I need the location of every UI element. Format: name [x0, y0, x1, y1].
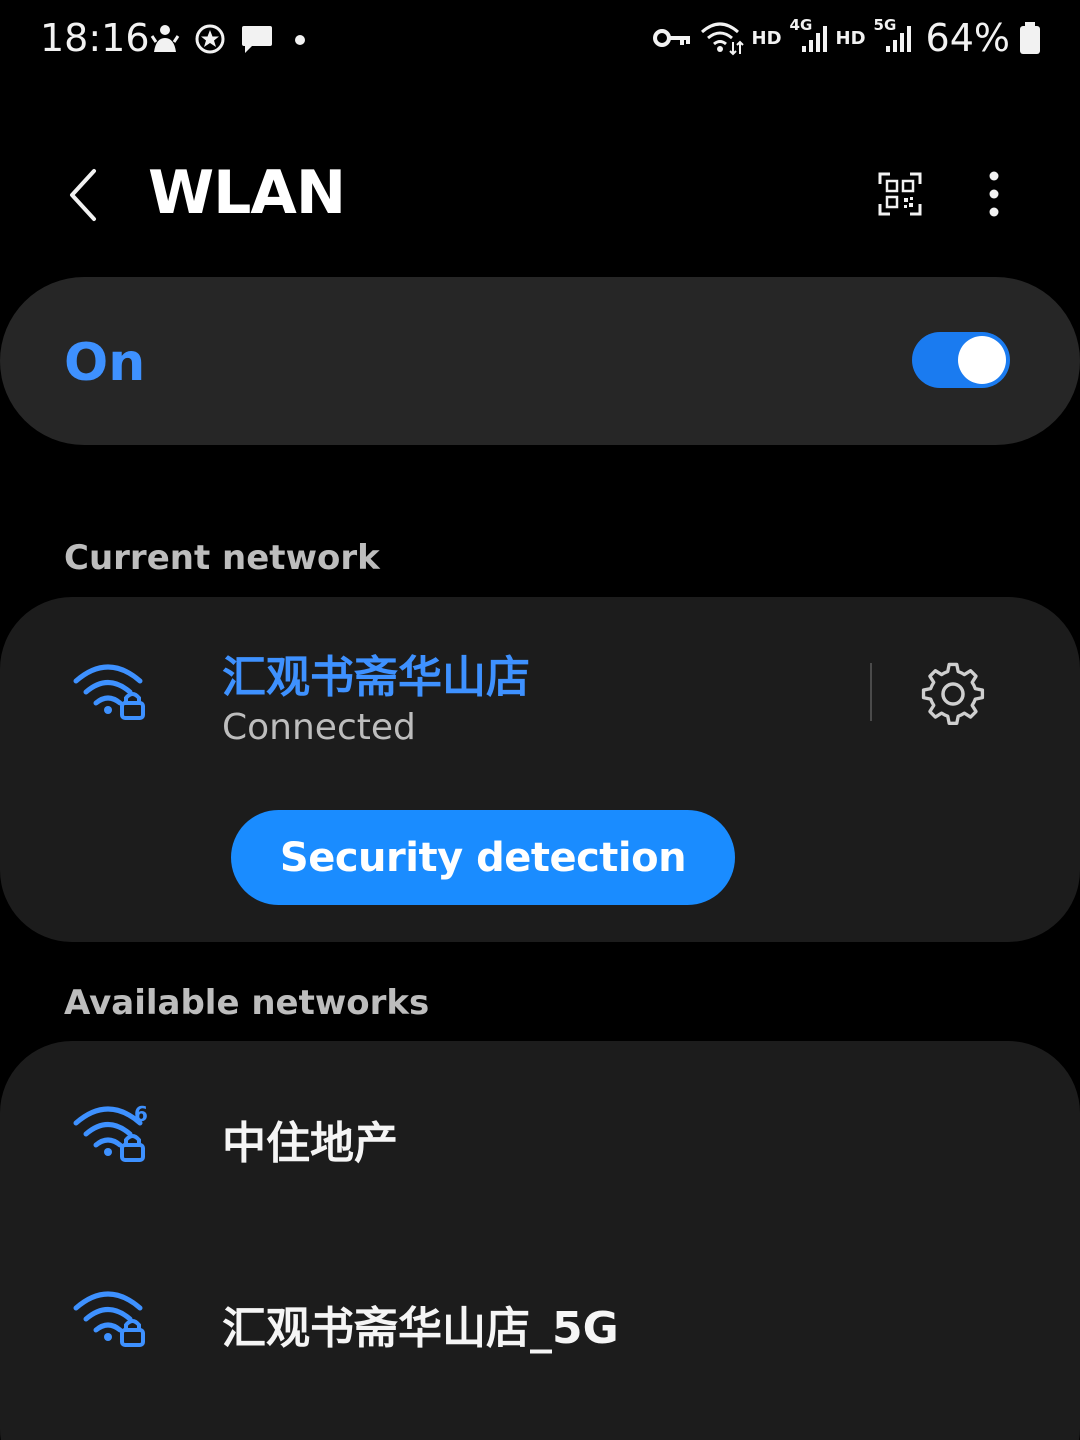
status-bar: 18:16 HD 4G HD 5G 64%: [0, 0, 1080, 80]
vpn-key-icon: [652, 29, 690, 47]
battery-percent: 64%: [925, 16, 1010, 60]
more-options-button[interactable]: [966, 164, 1022, 224]
current-wifi-signal: [72, 659, 152, 729]
current-network-status: Connected: [222, 707, 416, 748]
battery-icon: [1020, 22, 1040, 54]
signal-icon: [801, 26, 827, 52]
status-left-icons: [150, 22, 312, 56]
gear-icon: [921, 662, 985, 725]
current-network-name[interactable]: 汇观书斋华山店: [222, 641, 530, 705]
qr-scan-button[interactable]: [870, 164, 930, 224]
wlan-switch[interactable]: [912, 332, 1010, 388]
switch-knob: [958, 336, 1006, 384]
vertical-divider: [870, 663, 872, 721]
current-network-header: Current network: [64, 538, 380, 578]
wifi-activity-icon: [700, 22, 744, 56]
wifi6-lock-icon: 6: [73, 1102, 148, 1162]
wlan-toggle-label: On: [64, 333, 146, 393]
back-button[interactable]: [56, 160, 112, 230]
wlan-master-toggle-row[interactable]: On: [0, 277, 1080, 445]
wifi-signal: [72, 1286, 152, 1356]
wifi6-signal: 6: [72, 1101, 152, 1171]
available-networks-header: Available networks: [64, 983, 430, 1023]
network-list-item[interactable]: 汇观书斋华山店_5G: [0, 1226, 1080, 1406]
notification-app-icon: [150, 25, 180, 52]
wifi-standard-label: 6: [134, 1102, 148, 1126]
available-networks-card: 6 中住地产 汇观书斋华山店_5G: [0, 1041, 1080, 1440]
signal-5g: 5G: [874, 16, 912, 56]
network-settings-button[interactable]: [920, 661, 986, 727]
network-name: 汇观书斋华山店_5G: [222, 1303, 619, 1354]
wifi-lock-icon: [73, 1291, 145, 1347]
security-detection-button[interactable]: Security detection: [231, 810, 735, 905]
page-title: WLAN: [148, 158, 346, 228]
network-name: 中住地产: [222, 1118, 398, 1169]
wlan-settings-screen: 18:16 HD 4G HD 5G 64% WLAN On Current ne…: [0, 0, 1080, 1440]
hd-label-1: HD: [751, 27, 782, 49]
back-icon: [70, 169, 96, 221]
wifi-lock-icon: [73, 664, 145, 720]
qr-scan-icon: [878, 172, 922, 216]
signal-icon: [885, 26, 911, 52]
star-badge-icon: [195, 24, 225, 54]
hd-label-2: HD: [835, 27, 866, 49]
dot-icon: [295, 35, 305, 45]
message-icon: [242, 26, 272, 53]
status-right-icons: HD 4G HD 5G 64%: [652, 16, 1043, 60]
current-network-card: 汇观书斋华山店 Connected Security detection: [0, 597, 1080, 942]
network-list-item[interactable]: 6 中住地产: [0, 1041, 1080, 1221]
status-time: 18:16: [40, 16, 150, 60]
signal-4g: 4G: [790, 16, 828, 56]
more-vert-icon: [989, 171, 999, 217]
